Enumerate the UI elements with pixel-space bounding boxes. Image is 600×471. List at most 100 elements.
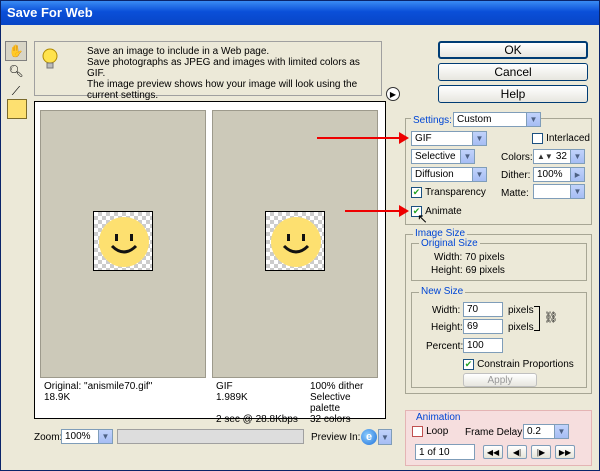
format-select[interactable]: GIF ▼: [411, 131, 487, 146]
mouse-cursor-icon: ↖: [417, 211, 428, 226]
dither-type-value: Diffusion: [415, 169, 454, 180]
browser-icon[interactable]: e: [361, 429, 377, 445]
optimized-image[interactable]: [265, 211, 325, 271]
hand-tool-icon[interactable]: ✋: [5, 41, 27, 61]
chevron-down-icon: ▼: [460, 150, 474, 163]
dither-amount-field[interactable]: 100% ▶: [533, 167, 585, 182]
info-line-2: Save photographs as JPEG and images with…: [87, 57, 360, 79]
original-size: 18.9K: [44, 392, 71, 403]
height-unit: pixels: [508, 322, 534, 333]
eyedropper-color-swatch[interactable]: [7, 99, 27, 119]
constrain-label: Constrain Proportions: [477, 359, 574, 370]
annotation-arrow-line: [317, 137, 401, 139]
loop-label: Loop: [426, 426, 449, 437]
smiley-icon: [99, 217, 149, 267]
first-frame-icon[interactable]: ◀◀: [483, 445, 503, 459]
interlaced-label: Interlaced: [546, 133, 590, 144]
eyedropper-tool-icon[interactable]: ⟋: [5, 81, 27, 101]
percent-label: Percent:: [426, 341, 464, 352]
format-value: GIF: [415, 133, 432, 144]
dither-type-select[interactable]: Diffusion ▼: [411, 167, 487, 182]
next-frame-icon[interactable]: |▶: [531, 445, 551, 459]
original-pane: Original: "anismile70.gif" 18.9K: [40, 110, 206, 411]
chevron-down-icon: ▼: [472, 168, 486, 181]
interlaced-checkbox[interactable]: Interlaced: [532, 132, 590, 144]
previous-frame-icon[interactable]: ◀|: [507, 445, 527, 459]
last-frame-icon[interactable]: ▶▶: [555, 445, 575, 459]
width-input[interactable]: 70: [463, 302, 503, 317]
status-field: [117, 429, 304, 444]
checkbox-box: [412, 425, 423, 437]
annotation-arrow-head-icon: [399, 205, 409, 217]
zoom-value: 100%: [65, 431, 91, 442]
chevron-down-icon: ▼: [472, 132, 486, 145]
transparency-checkbox[interactable]: ✔ Transparency: [411, 186, 486, 198]
original-width-text: Width: 70 pixels: [434, 252, 505, 263]
original-image[interactable]: [93, 211, 153, 271]
lightbulb-icon: [41, 48, 59, 72]
zoom-select[interactable]: 100% ▼: [61, 429, 113, 444]
frame-delay-select[interactable]: 0.2 ▼: [523, 424, 569, 439]
browser-select[interactable]: ▼: [378, 429, 392, 445]
window-title: Save For Web: [7, 5, 93, 20]
ok-button[interactable]: OK: [438, 41, 588, 59]
annotation-arrow-line: [345, 210, 401, 212]
info-line-3: The image preview shows how your image w…: [87, 79, 358, 101]
new-size-label: New Size: [419, 286, 466, 297]
palette-select[interactable]: Selective ▼: [411, 149, 475, 164]
dither-label: Dither:: [501, 170, 531, 181]
colors-select[interactable]: ▲▼ 32 ▼: [533, 149, 585, 164]
spinner-icon: ▶: [570, 168, 584, 181]
link-chain-icon: ⛓: [544, 312, 558, 324]
chevron-down-icon: ▼: [98, 430, 112, 443]
preview-area: Original: "anismile70.gif" 18.9K GIF 100%…: [34, 101, 386, 425]
smiley-icon: [271, 217, 321, 267]
preview-in-label: Preview In:: [311, 432, 361, 443]
opt-size: 1.989K: [216, 392, 248, 403]
checkbox-box: [532, 132, 543, 144]
save-for-web-dialog: Save For Web ✋ 🔍︎ ⟋ Save an image to inc…: [0, 0, 600, 471]
percent-input[interactable]: 100: [463, 338, 503, 353]
width-unit: pixels: [508, 305, 534, 316]
constrain-proportions-checkbox[interactable]: ✔ Constrain Proportions: [463, 358, 574, 370]
opt-palette: Selective palette: [310, 392, 351, 414]
chevron-down-icon: ▼: [526, 113, 540, 126]
info-line-1: Save an image to include in a Web page.: [87, 46, 270, 57]
apply-button[interactable]: Apply: [463, 373, 537, 387]
loop-checkbox[interactable]: Loop: [412, 425, 448, 437]
frame-counter: 1 of 10: [415, 444, 475, 460]
opt-dither: 100% dither: [310, 381, 364, 392]
chevron-down-icon: ▼: [554, 425, 568, 438]
preset-select[interactable]: Custom ▼: [453, 112, 541, 127]
zoom-label: Zoom:: [34, 432, 63, 443]
settings-label: Settings:: [411, 115, 454, 126]
zoom-tool-icon[interactable]: 🔍︎: [5, 61, 27, 81]
original-height-text: Height: 69 pixels: [431, 265, 505, 276]
matte-label: Matte:: [501, 188, 529, 199]
animation-label: Animation: [414, 412, 463, 423]
annotation-arrow-head-icon: [399, 132, 409, 144]
frame-delay-label: Frame Delay:: [465, 427, 526, 438]
chevron-down-icon: ▼: [379, 430, 391, 444]
height-input[interactable]: 69: [463, 319, 503, 334]
original-filename: Original: "anismile70.gif": [44, 381, 153, 392]
constrain-bracket: [534, 306, 540, 331]
help-button[interactable]: Help: [438, 85, 588, 103]
info-panel: Save an image to include in a Web page. …: [34, 41, 382, 101]
colors-label: Colors:: [501, 152, 533, 163]
optimize-menu-icon[interactable]: ▶: [386, 87, 400, 101]
preset-value: Custom: [457, 114, 492, 125]
checkbox-box: ✔: [411, 186, 422, 198]
opt-format: GIF: [216, 381, 233, 392]
stepper-icon: ▲▼: [537, 152, 553, 161]
colors-value: 32: [555, 151, 567, 162]
cancel-button[interactable]: Cancel: [438, 63, 588, 81]
transparency-label: Transparency: [425, 187, 486, 198]
checkbox-box: ✔: [463, 358, 474, 370]
optimized-pane: GIF 100% dither 1.989K Selective palette 2…: [212, 110, 378, 425]
dither-value: 100%: [537, 169, 563, 180]
matte-select[interactable]: ▼: [533, 184, 585, 199]
frame-delay-value: 0.2: [527, 426, 541, 437]
title-bar: Save For Web: [1, 1, 599, 25]
height-label: Height:: [431, 322, 463, 333]
